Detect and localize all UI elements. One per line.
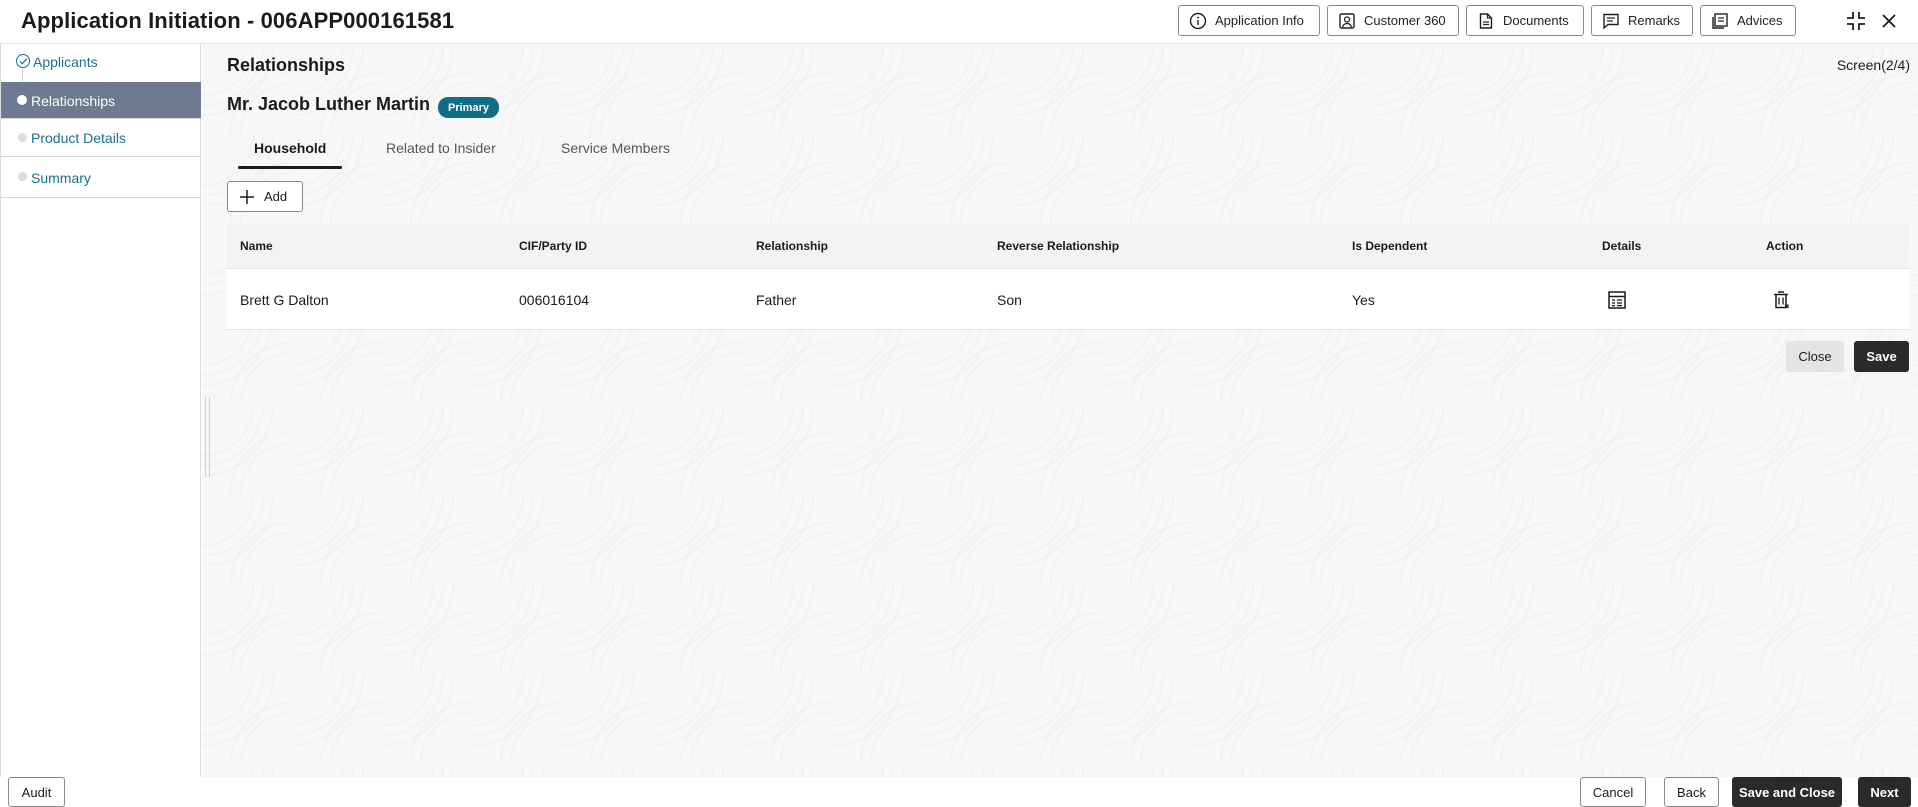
main-content: Relationships Screen(2/4) Mr. Jacob Luth… — [202, 44, 1918, 777]
sidebar-item-label: Summary — [31, 170, 91, 186]
documents-label: Documents — [1503, 13, 1569, 28]
column-header: Details — [1602, 239, 1642, 253]
screen-counter: Screen(2/4) — [1836, 57, 1910, 73]
column-header: Name — [240, 239, 273, 253]
table-header: Name CIF/Party ID Relationship Reverse R… — [226, 224, 1910, 269]
active-tab-indicator — [238, 166, 342, 169]
customer-360-label: Customer 360 — [1364, 13, 1446, 28]
delete-icon[interactable] — [1770, 289, 1792, 311]
footer-bar: Audit Cancel Back Save and Close Next — [0, 777, 1918, 807]
column-header: Reverse Relationship — [997, 239, 1120, 253]
sidebar-item-summary[interactable]: Summary — [1, 157, 201, 198]
details-icon[interactable] — [1606, 289, 1628, 311]
relationships-table: Name CIF/Party ID Relationship Reverse R… — [226, 224, 1910, 330]
plus-icon — [240, 189, 254, 204]
application-info-button[interactable]: Application Info — [1178, 5, 1320, 36]
info-icon — [1189, 12, 1207, 29]
cell-is-dependent: Yes — [1352, 292, 1375, 308]
documents-button[interactable]: Documents — [1466, 5, 1584, 36]
primary-badge: Primary — [438, 97, 499, 118]
add-label: Add — [264, 189, 288, 204]
column-header: Is Dependent — [1352, 239, 1428, 253]
remarks-label: Remarks — [1628, 13, 1681, 28]
app-header: Application Initiation - 006APP000161581… — [0, 0, 1918, 44]
audit-button[interactable]: Audit — [8, 777, 65, 807]
check-icon — [16, 54, 30, 68]
cell-name: Brett G Dalton — [240, 292, 329, 308]
user-icon — [1339, 12, 1355, 29]
step-indicator — [17, 95, 27, 105]
application-info-label: Application Info — [1215, 13, 1304, 28]
cell-cif: 006016104 — [519, 292, 590, 308]
step-indicator — [18, 133, 27, 142]
sidebar: Applicants Relationships Product Details… — [0, 44, 201, 777]
cell-relationship: Father — [756, 292, 797, 308]
add-button[interactable]: Add — [227, 181, 303, 212]
close-icon[interactable] — [1877, 9, 1901, 33]
page-title: Application Initiation - 006APP000161581 — [21, 8, 455, 33]
step-connector — [22, 69, 23, 81]
tab-related-to-insider[interactable]: Related to Insider — [386, 140, 496, 156]
remarks-button[interactable]: Remarks — [1591, 5, 1693, 36]
remarks-icon — [1603, 13, 1619, 30]
step-indicator — [18, 172, 27, 181]
sidebar-item-product-details[interactable]: Product Details — [1, 119, 201, 157]
sidebar-item-label: Product Details — [31, 130, 126, 146]
back-button[interactable]: Back — [1664, 777, 1719, 807]
tab-service-members[interactable]: Service Members — [561, 140, 670, 156]
panel-splitter-handle[interactable] — [205, 397, 210, 477]
sidebar-item-label: Applicants — [33, 54, 98, 70]
sidebar-item-label: Relationships — [31, 93, 116, 109]
applicant-name: Mr. Jacob Luther Martin — [227, 94, 431, 114]
advices-button[interactable]: Advices — [1700, 5, 1796, 36]
customer-360-button[interactable]: Customer 360 — [1327, 5, 1459, 36]
cancel-button[interactable]: Cancel — [1580, 777, 1646, 807]
tab-household[interactable]: Household — [254, 140, 326, 156]
table-row: Brett G Dalton 006016104 Father Son Yes — [226, 269, 1910, 330]
section-title: Relationships — [227, 55, 346, 75]
save-button[interactable]: Save — [1854, 341, 1909, 372]
column-header: CIF/Party ID — [519, 239, 588, 253]
column-header: Relationship — [756, 239, 829, 253]
column-header: Action — [1766, 239, 1804, 253]
save-and-close-button[interactable]: Save and Close — [1732, 777, 1842, 807]
advices-label: Advices — [1737, 13, 1783, 28]
sidebar-item-applicants[interactable]: Applicants — [1, 44, 201, 81]
advices-icon — [1712, 12, 1728, 29]
cell-reverse-relationship: Son — [997, 292, 1022, 308]
next-button[interactable]: Next — [1858, 777, 1911, 807]
close-button[interactable]: Close — [1786, 341, 1844, 372]
minimize-icon[interactable] — [1844, 9, 1868, 33]
document-icon — [1479, 12, 1493, 29]
sidebar-item-relationships[interactable]: Relationships — [1, 82, 201, 119]
